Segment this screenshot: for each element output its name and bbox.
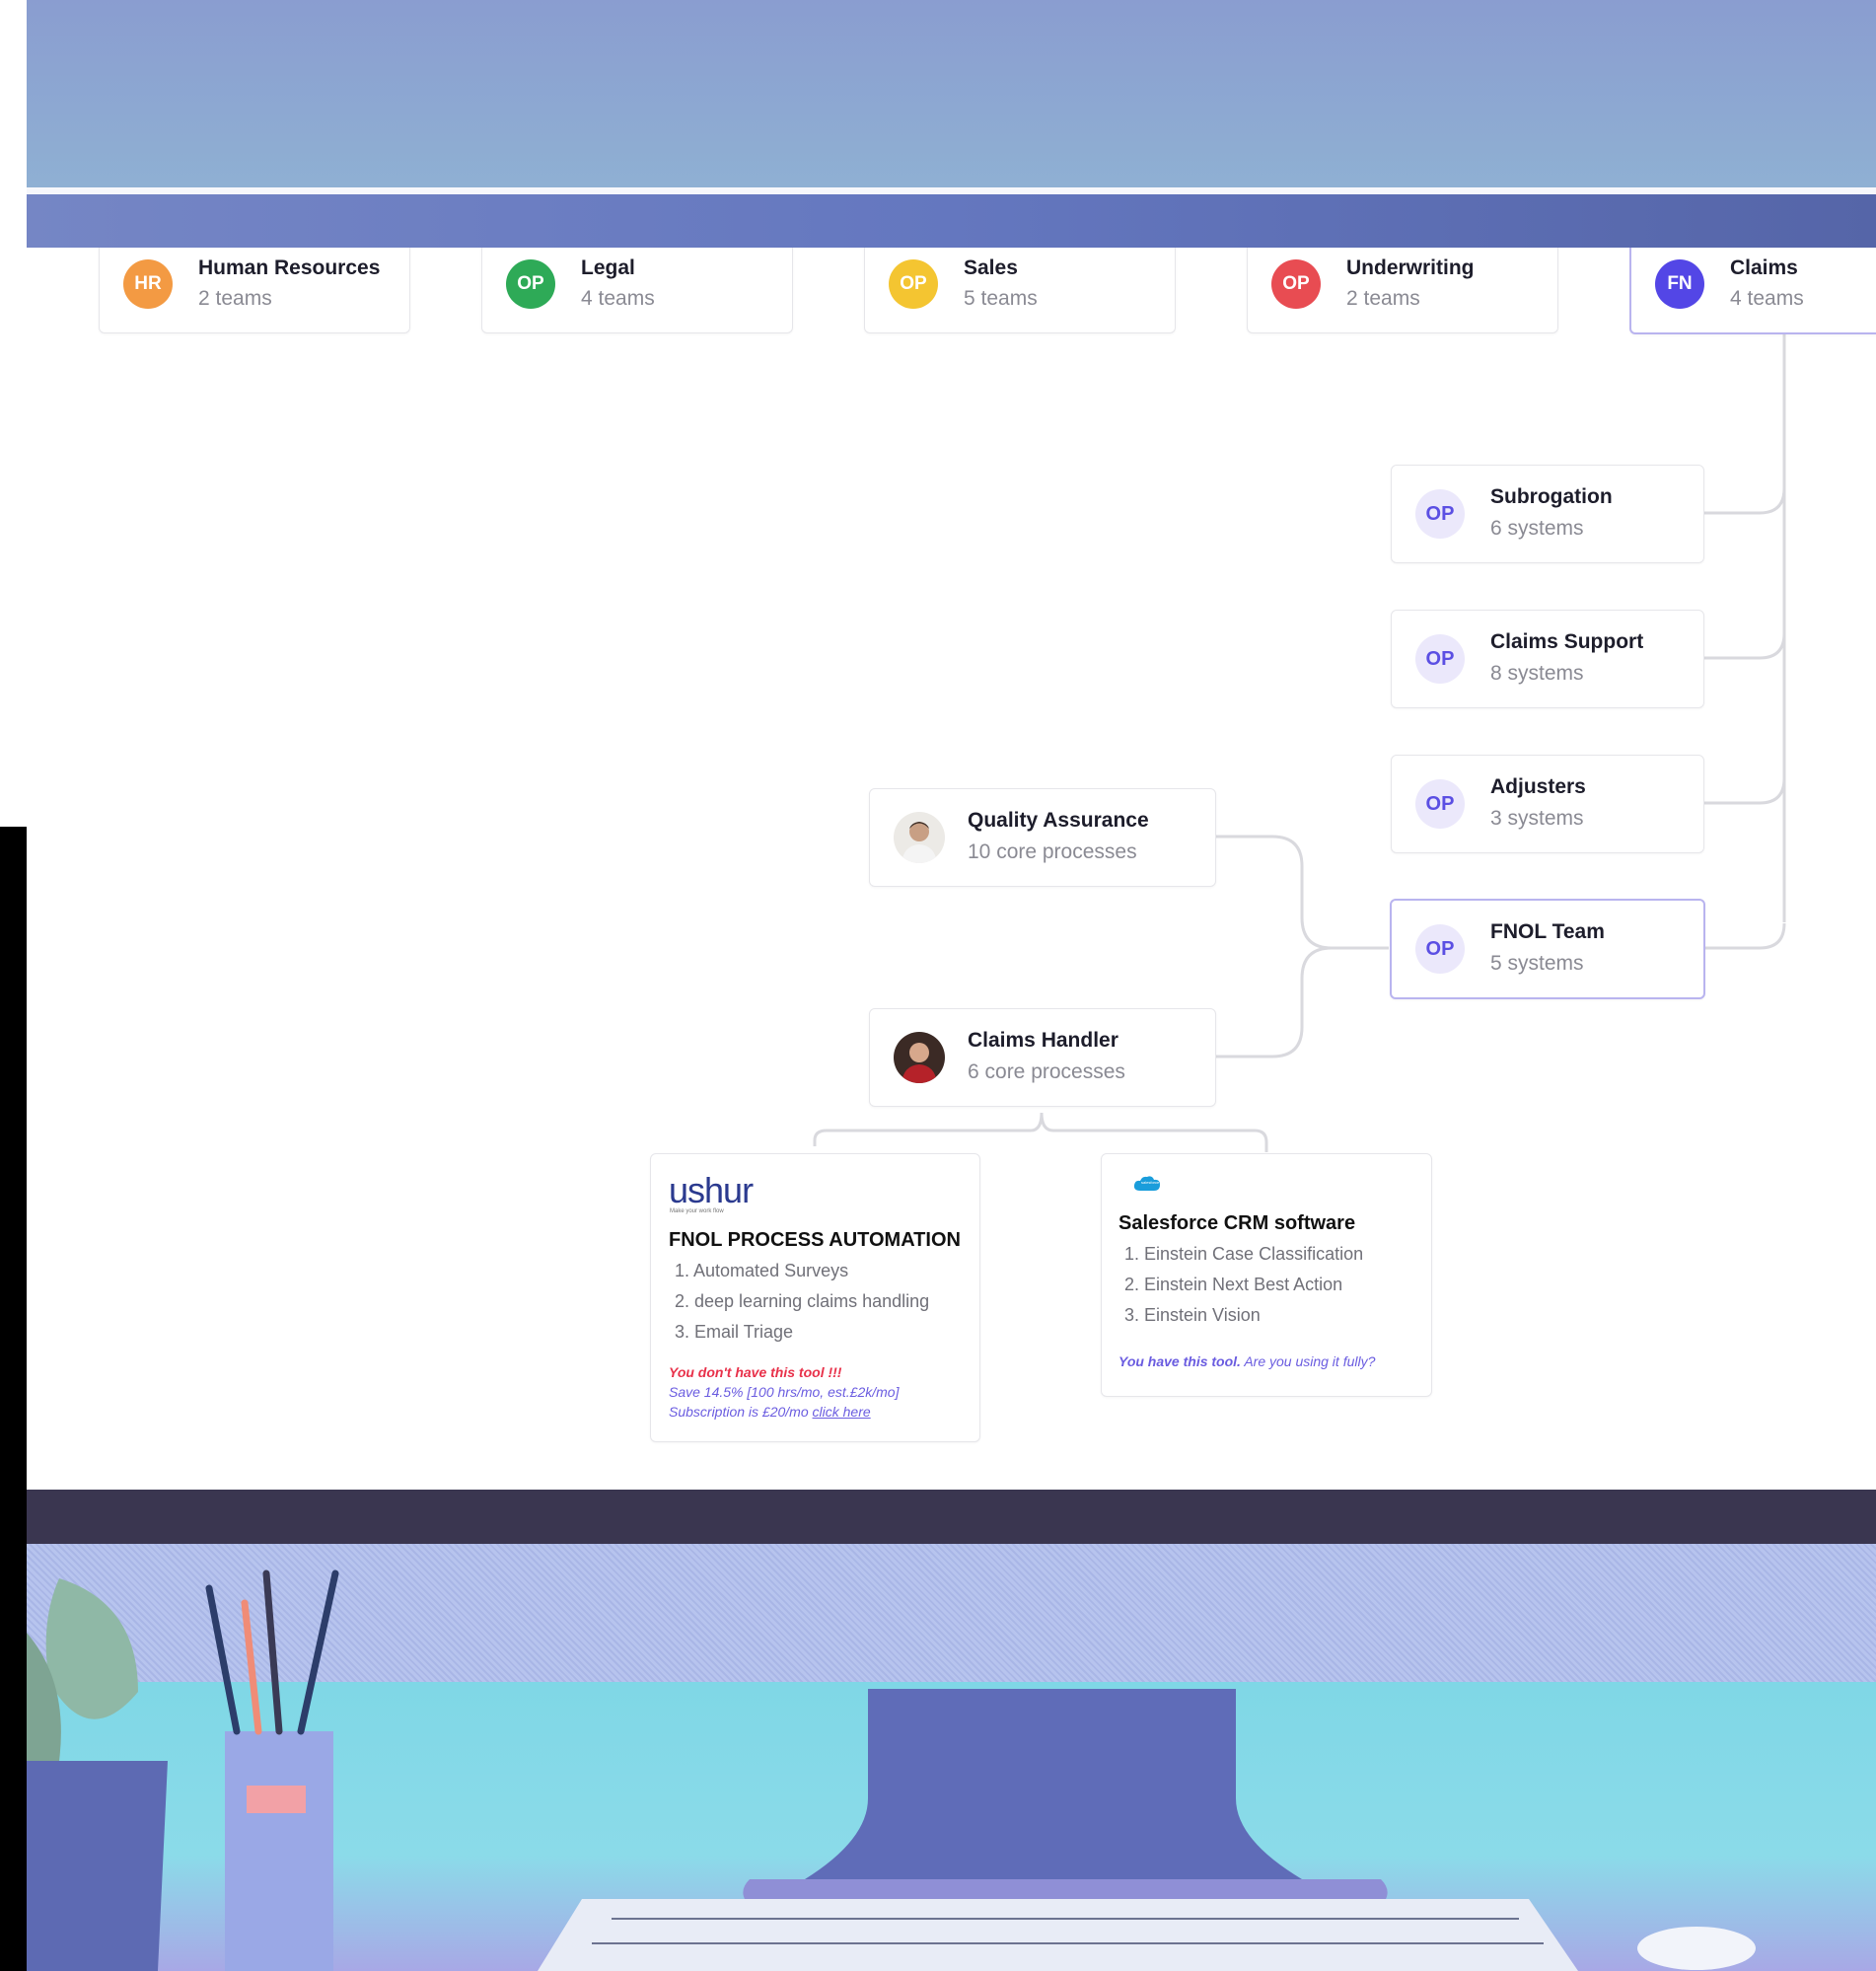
department-badge: OP — [506, 259, 555, 309]
team-count: 8 systems — [1490, 662, 1584, 685]
team-badge: OP — [1415, 924, 1465, 974]
team-card-adjusters[interactable]: OP Adjusters 3 systems — [1391, 755, 1704, 853]
missing-tool-warning: You don't have this tool !!! — [669, 1364, 842, 1380]
team-name: Claims Support — [1490, 630, 1644, 653]
role-name: Quality Assurance — [968, 809, 1149, 832]
person-avatar-icon — [894, 1032, 945, 1083]
team-card-claims-support[interactable]: OP Claims Support 8 systems — [1391, 610, 1704, 708]
team-name: Subrogation — [1490, 485, 1613, 508]
team-name: FNOL Team — [1490, 920, 1605, 943]
department-name: Claims — [1730, 256, 1798, 279]
department-card-legal[interactable]: OP Legal 4 teams — [481, 248, 793, 333]
department-badge: OP — [889, 259, 938, 309]
department-badge: OP — [1271, 259, 1321, 309]
desk-illustration — [27, 1570, 1756, 1971]
department-badge: HR — [123, 259, 173, 309]
savings-note: Save 14.5% [100 hrs/mo, est.£2k/mo] — [669, 1384, 900, 1400]
team-count: 3 systems — [1490, 807, 1584, 830]
tool-card-ushur[interactable]: ushur Make your work flow FNOL PROCESS A… — [650, 1153, 980, 1442]
tool-card-salesforce[interactable]: salesforce Salesforce CRM software 1. Ei… — [1101, 1153, 1432, 1397]
department-card-sales[interactable]: OP Sales 5 teams — [864, 248, 1176, 333]
team-name: Adjusters — [1490, 775, 1586, 798]
tool-feature-item: 3. Einstein Vision — [1124, 1305, 1261, 1325]
team-card-fnol-team[interactable]: OP FNOL Team 5 systems — [1390, 899, 1705, 999]
tool-feature-item: 2. deep learning claims handling — [675, 1291, 930, 1311]
click-here-link[interactable]: click here — [813, 1404, 871, 1420]
salesforce-cloud-icon: salesforce — [1132, 1174, 1162, 1192]
tool-status-line: You have this tool. Are you using it ful… — [1118, 1353, 1375, 1369]
tool-feature-list: 1. Automated Surveys 2. deep learning cl… — [675, 1256, 929, 1348]
team-badge: OP — [1415, 779, 1465, 829]
tool-feature-list: 1. Einstein Case Classification 2. Einst… — [1124, 1239, 1363, 1331]
team-count: 6 systems — [1490, 517, 1584, 540]
department-count: 2 teams — [198, 287, 272, 310]
tool-feature-item: 2. Einstein Next Best Action — [1124, 1275, 1343, 1294]
role-count: 10 core processes — [968, 840, 1137, 863]
ushur-logo-tagline: Make your work flow — [670, 1208, 724, 1214]
department-count: 4 teams — [581, 287, 655, 310]
person-avatar-icon — [894, 812, 945, 863]
department-badge: FN — [1655, 259, 1704, 309]
department-name: Legal — [581, 256, 635, 279]
tool-title: FNOL PROCESS AUTOMATION — [669, 1229, 961, 1251]
team-count: 5 systems — [1490, 952, 1584, 975]
role-card-claims-handler[interactable]: Claims Handler 6 core processes — [869, 1008, 1216, 1107]
department-count: 5 teams — [964, 287, 1038, 310]
tool-feature-item: 1. Einstein Case Classification — [1124, 1244, 1364, 1264]
department-count: 2 teams — [1346, 287, 1420, 310]
department-name: Underwriting — [1346, 256, 1475, 279]
subscription-note-line: Subscription is £20/mo click here — [669, 1404, 871, 1420]
department-count: 4 teams — [1730, 287, 1804, 310]
department-card-underwriting[interactable]: OP Underwriting 2 teams — [1247, 248, 1558, 333]
role-card-quality-assurance[interactable]: Quality Assurance 10 core processes — [869, 788, 1216, 887]
salesforce-logo-text: salesforce — [1141, 1180, 1160, 1185]
tool-feature-item: 3. Email Triage — [675, 1322, 794, 1342]
subscription-note: Subscription is £20/mo — [669, 1404, 809, 1420]
usage-question: Are you using it fully? — [1244, 1353, 1376, 1369]
tool-feature-item: 1. Automated Surveys — [675, 1261, 849, 1280]
monitor-bezel-bottom — [27, 1490, 1876, 1544]
have-tool-note: You have this tool. — [1118, 1353, 1241, 1369]
team-badge: OP — [1415, 489, 1465, 539]
role-name: Claims Handler — [968, 1029, 1118, 1052]
department-card-human-resources[interactable]: HR Human Resources 2 teams — [99, 248, 410, 333]
team-card-subrogation[interactable]: OP Subrogation 6 systems — [1391, 465, 1704, 563]
ushur-logo: ushur — [669, 1170, 754, 1210]
department-card-claims[interactable]: FN Claims 4 teams — [1629, 248, 1876, 334]
role-count: 6 core processes — [968, 1060, 1125, 1083]
team-badge: OP — [1415, 634, 1465, 684]
tool-title: Salesforce CRM software — [1118, 1212, 1356, 1234]
department-name: Human Resources — [198, 256, 381, 279]
department-name: Sales — [964, 256, 1018, 279]
